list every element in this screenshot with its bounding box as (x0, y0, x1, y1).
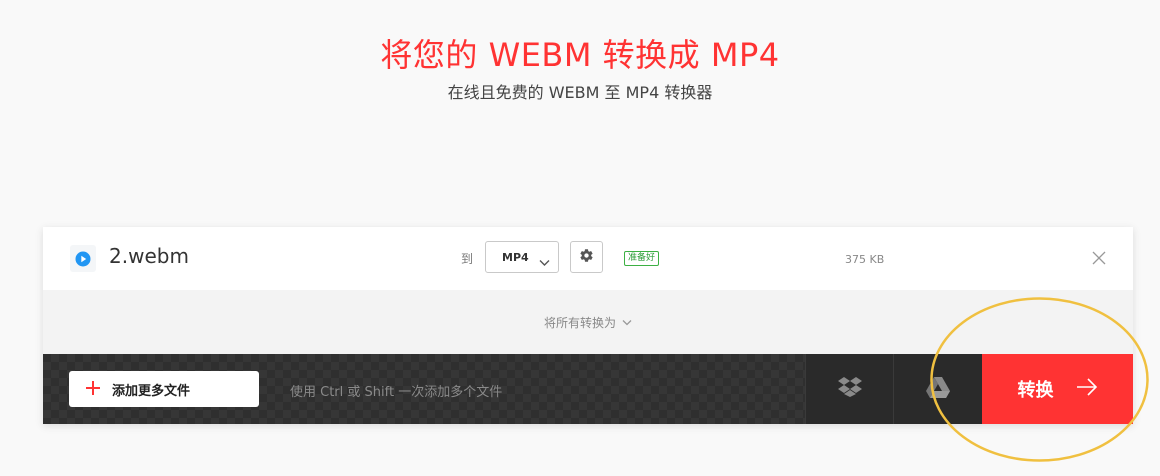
add-more-files-button[interactable]: 添加更多文件 (69, 371, 259, 407)
format-dropdown[interactable]: MP4 (485, 241, 559, 273)
convert-all-dropdown[interactable]: 将所有转换为 (43, 290, 1133, 354)
close-icon (1091, 251, 1107, 270)
chevron-down-icon (616, 315, 632, 329)
status-badge: 准备好 (624, 251, 660, 266)
file-row: 2.webm 到 MP4 准备好 375 KB (43, 227, 1133, 290)
google-drive-button[interactable] (893, 354, 982, 424)
play-icon (70, 245, 96, 272)
multi-select-hint: 使用 Ctrl 或 Shift 一次添加多个文件 (290, 385, 503, 400)
chevron-down-icon (539, 252, 550, 271)
remove-file-button[interactable] (1091, 250, 1107, 266)
page-title: 将您的 WEBM 转换成 MP4 (380, 36, 780, 74)
to-label: 到 (461, 252, 474, 266)
format-value: MP4 (502, 251, 529, 264)
converter-panel: 2.webm 到 MP4 准备好 375 KB 将所有转换为 添加更多文件 使用… (43, 227, 1133, 424)
dropbox-icon (837, 377, 862, 401)
google-drive-icon (926, 376, 950, 402)
convert-label: 转换 (1017, 380, 1054, 401)
file-size: 375 KB (845, 253, 885, 266)
plus-icon (86, 380, 100, 399)
page-subtitle: 在线且免费的 WEBM 至 MP4 转换器 (447, 83, 713, 102)
gear-icon (579, 248, 594, 267)
add-more-files-label: 添加更多文件 (112, 383, 191, 399)
action-bar: 添加更多文件 使用 Ctrl 或 Shift 一次添加多个文件 转换 (43, 354, 1133, 424)
convert-button[interactable]: 转换 (982, 354, 1133, 424)
file-name: 2.webm (109, 244, 189, 268)
dropbox-button[interactable] (805, 354, 893, 424)
arrow-right-icon (1076, 378, 1098, 400)
settings-button[interactable] (570, 241, 603, 273)
convert-all-label: 将所有转换为 (543, 315, 616, 330)
